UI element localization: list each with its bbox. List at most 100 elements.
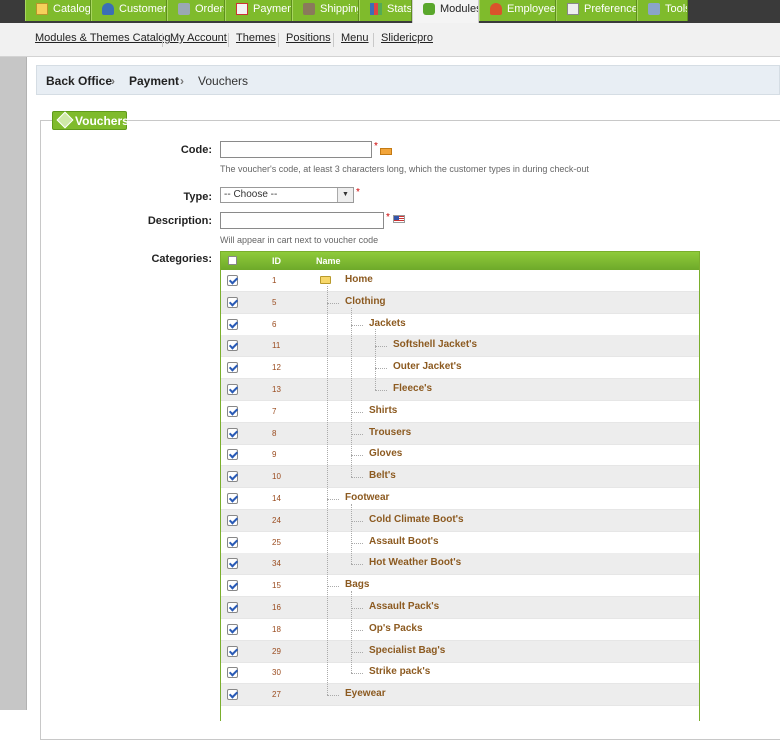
tree-connector (351, 520, 363, 522)
category-checkbox[interactable] (227, 384, 238, 395)
subtab-my-account[interactable]: My Account (170, 32, 227, 44)
category-id: 1 (272, 276, 277, 285)
category-row: 14 Footwear (221, 488, 699, 510)
category-id: 14 (272, 494, 281, 503)
tab-shipping[interactable]: Shipping (292, 0, 359, 21)
category-name[interactable]: Footwear (345, 492, 389, 503)
category-name[interactable]: Specialist Bag's (369, 645, 445, 656)
tab-employees[interactable]: Employees (479, 0, 556, 21)
tab-catalog[interactable]: Catalog (25, 0, 91, 21)
subtab-positions[interactable]: Positions (286, 32, 331, 44)
category-id: 30 (272, 668, 281, 678)
category-id: 18 (272, 624, 281, 634)
category-row: 9 Gloves (221, 444, 699, 467)
category-checkbox[interactable] (227, 667, 238, 679)
language-flag-icon[interactable] (393, 215, 405, 223)
subtab-separator (278, 33, 279, 47)
category-checkbox[interactable] (227, 623, 238, 635)
category-name[interactable]: Trousers (369, 427, 411, 438)
category-name[interactable]: Clothing (345, 296, 386, 307)
category-id: 29 (272, 646, 281, 656)
category-name[interactable]: Softshell Jacket's (393, 339, 477, 350)
subtab-separator (228, 33, 229, 47)
breadcrumb-back-office[interactable]: Back Office (46, 74, 112, 88)
category-row: 29 Specialist Bag's (221, 640, 699, 663)
category-name[interactable]: Home (345, 274, 373, 285)
category-name[interactable]: Assault Pack's (369, 601, 439, 612)
category-name[interactable]: Bags (345, 579, 369, 590)
category-checkbox[interactable] (227, 536, 238, 548)
tab-orders[interactable]: Orders (167, 0, 225, 21)
sub-tab-bar: Modules & Themes Catalog My Account Them… (0, 23, 780, 57)
category-name[interactable]: Belt's (369, 470, 396, 481)
subtab-slidericpro[interactable]: Slidericpro (381, 32, 433, 44)
category-name[interactable]: Outer Jacket's (393, 361, 462, 372)
subtab-menu[interactable]: Menu (341, 32, 369, 44)
category-row: 5 Clothing (221, 291, 699, 314)
category-id: 7 (272, 406, 277, 416)
category-name[interactable]: Gloves (369, 448, 402, 459)
code-input[interactable] (220, 141, 372, 158)
category-name[interactable]: Eyewear (345, 688, 386, 699)
breadcrumb-arrow-icon: › (180, 74, 184, 88)
tree-guide-line (351, 591, 352, 674)
category-checkbox[interactable] (227, 580, 238, 592)
category-checkbox[interactable] (227, 493, 238, 504)
preferences-icon (567, 3, 579, 15)
category-name[interactable]: Shirts (369, 405, 397, 416)
required-mark: * (356, 187, 360, 198)
category-checkbox[interactable] (227, 558, 238, 570)
tree-connector (351, 411, 363, 413)
category-id: 8 (272, 428, 277, 438)
select-all-checkbox[interactable] (228, 256, 237, 265)
description-input[interactable] (220, 212, 384, 229)
wrench-icon (648, 3, 660, 15)
tree-guide-line (351, 307, 352, 478)
category-checkbox[interactable] (227, 340, 238, 352)
category-id: 13 (272, 385, 281, 394)
subtab-separator (333, 33, 334, 47)
tree-connector (327, 302, 339, 304)
subtab-modules-themes-catalog[interactable]: Modules & Themes Catalog (35, 32, 171, 44)
tab-customers[interactable]: Customers (91, 0, 167, 21)
category-checkbox[interactable] (227, 602, 238, 613)
subtab-themes[interactable]: Themes (236, 32, 276, 44)
chart-icon (370, 3, 382, 15)
category-checkbox[interactable] (227, 296, 238, 308)
tab-tools[interactable]: Tools (637, 0, 688, 21)
category-name[interactable]: Cold Climate Boot's (369, 514, 464, 525)
tree-connector (375, 390, 387, 391)
category-name[interactable]: Fleece's (393, 383, 432, 394)
category-name[interactable]: Op's Packs (369, 623, 423, 634)
category-checkbox[interactable] (227, 449, 238, 461)
category-row: 34 Hot Weather Boot's (221, 553, 699, 576)
category-name[interactable]: Hot Weather Boot's (369, 557, 461, 568)
category-checkbox[interactable] (227, 645, 238, 657)
category-checkbox[interactable] (227, 275, 238, 286)
category-checkbox[interactable] (227, 514, 238, 526)
category-name[interactable]: Jackets (369, 318, 406, 329)
category-name[interactable]: Strike pack's (369, 666, 430, 677)
generate-code-icon[interactable] (380, 148, 392, 155)
breadcrumb-payment[interactable]: Payment (129, 74, 179, 88)
type-select[interactable]: -- Choose -- ▼ (220, 187, 354, 203)
category-checkbox[interactable] (227, 362, 238, 374)
category-checkbox[interactable] (227, 318, 238, 330)
tree-connector (351, 542, 363, 544)
category-name[interactable]: Assault Boot's (369, 536, 439, 547)
category-checkbox[interactable] (227, 689, 238, 701)
tree-connector (351, 629, 363, 631)
category-checkbox[interactable] (227, 427, 238, 439)
category-id: 11 (272, 341, 281, 351)
description-hint: Will appear in cart next to voucher code (220, 235, 379, 245)
category-checkbox[interactable] (227, 405, 238, 417)
left-sidebar-strip (0, 57, 27, 710)
tab-preferences[interactable]: Preferences (556, 0, 637, 21)
category-checkbox[interactable] (227, 471, 238, 483)
payment-icon (236, 3, 248, 15)
tab-stats[interactable]: Stats (359, 0, 412, 21)
customer-icon (102, 3, 114, 15)
tab-modules[interactable]: Modules (412, 0, 479, 24)
category-row: 24 Cold Climate Boot's (221, 509, 699, 532)
tab-payment[interactable]: Payment (225, 0, 292, 21)
